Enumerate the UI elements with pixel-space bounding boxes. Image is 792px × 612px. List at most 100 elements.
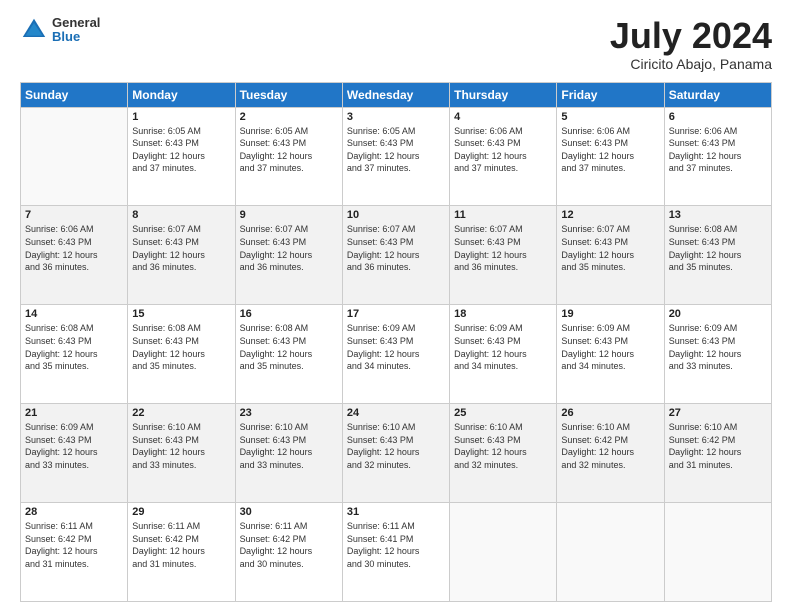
day-info: Sunrise: 6:06 AM Sunset: 6:43 PM Dayligh… (669, 125, 767, 175)
col-header-friday: Friday (557, 82, 664, 107)
day-number: 12 (561, 209, 659, 221)
day-info: Sunrise: 6:10 AM Sunset: 6:43 PM Dayligh… (240, 421, 338, 471)
calendar-cell (664, 503, 771, 602)
day-number: 22 (132, 407, 230, 419)
calendar-cell: 31Sunrise: 6:11 AM Sunset: 6:41 PM Dayli… (342, 503, 449, 602)
header: General Blue July 2024 Ciricito Abajo, P… (20, 16, 772, 72)
day-info: Sunrise: 6:09 AM Sunset: 6:43 PM Dayligh… (454, 322, 552, 372)
day-number: 25 (454, 407, 552, 419)
calendar-week-row: 7 Sunrise: 6:06 AM Sunset: 6:43 PM Daylig… (21, 206, 772, 305)
calendar-cell: 23 Sunrise: 6:10 AM Sunset: 6:43 PM Dayli… (235, 404, 342, 503)
calendar-cell: 11 Sunrise: 6:07 AM Sunset: 6:43 PM Dayli… (450, 206, 557, 305)
calendar-cell: 1 Sunrise: 6:05 AM Sunset: 6:43 PM Daylig… (128, 107, 235, 206)
calendar-cell: 3 Sunrise: 6:05 AM Sunset: 6:43 PM Daylig… (342, 107, 449, 206)
day-info: Sunrise: 6:07 AM Sunset: 6:43 PM Dayligh… (240, 223, 338, 273)
day-info: Sunrise: 6:05 AM Sunset: 6:43 PM Dayligh… (132, 125, 230, 175)
calendar-cell: 8 Sunrise: 6:07 AM Sunset: 6:43 PM Daylig… (128, 206, 235, 305)
day-number: 4 (454, 111, 552, 123)
calendar-cell: 18 Sunrise: 6:09 AM Sunset: 6:43 PM Dayli… (450, 305, 557, 404)
day-number: 18 (454, 308, 552, 320)
day-number: 10 (347, 209, 445, 221)
calendar-cell: 5Sunrise: 6:06 AM Sunset: 6:43 PM Daylig… (557, 107, 664, 206)
day-info: Sunrise: 6:06 AM Sunset: 6:43 PM Dayligh… (561, 125, 659, 175)
calendar-cell: 13 Sunrise: 6:08 AM Sunset: 6:43 PM Dayli… (664, 206, 771, 305)
day-number: 14 (25, 308, 123, 320)
calendar-cell (450, 503, 557, 602)
day-number: 7 (25, 209, 123, 221)
day-number: 2 (240, 111, 338, 123)
day-info: Sunrise: 6:08 AM Sunset: 6:43 PM Dayligh… (132, 322, 230, 372)
logo-general-text: General (52, 16, 100, 30)
col-header-monday: Monday (128, 82, 235, 107)
calendar-cell: 6Sunrise: 6:06 AM Sunset: 6:43 PM Daylig… (664, 107, 771, 206)
calendar-header-row: SundayMondayTuesdayWednesdayThursdayFrid… (21, 82, 772, 107)
day-info: Sunrise: 6:10 AM Sunset: 6:42 PM Dayligh… (669, 421, 767, 471)
day-number: 27 (669, 407, 767, 419)
calendar-week-row: 21 Sunrise: 6:09 AM Sunset: 6:43 PM Dayli… (21, 404, 772, 503)
day-info: Sunrise: 6:09 AM Sunset: 6:43 PM Dayligh… (347, 322, 445, 372)
logo-icon (20, 16, 48, 44)
calendar-cell: 17 Sunrise: 6:09 AM Sunset: 6:43 PM Dayli… (342, 305, 449, 404)
day-number: 11 (454, 209, 552, 221)
calendar-week-row: 14 Sunrise: 6:08 AM Sunset: 6:43 PM Dayli… (21, 305, 772, 404)
day-info: Sunrise: 6:07 AM Sunset: 6:43 PM Dayligh… (454, 223, 552, 273)
day-number: 1 (132, 111, 230, 123)
day-info: Sunrise: 6:11 AM Sunset: 6:41 PM Dayligh… (347, 520, 445, 570)
logo-blue-text: Blue (52, 30, 100, 44)
day-number: 28 (25, 506, 123, 518)
calendar-cell: 21 Sunrise: 6:09 AM Sunset: 6:43 PM Dayli… (21, 404, 128, 503)
day-info: Sunrise: 6:11 AM Sunset: 6:42 PM Dayligh… (132, 520, 230, 570)
calendar-cell: 30 Sunrise: 6:11 AM Sunset: 6:42 PM Dayli… (235, 503, 342, 602)
day-info: Sunrise: 6:06 AM Sunset: 6:43 PM Dayligh… (25, 223, 123, 273)
calendar-cell: 15 Sunrise: 6:08 AM Sunset: 6:43 PM Dayli… (128, 305, 235, 404)
calendar-cell: 16 Sunrise: 6:08 AM Sunset: 6:43 PM Dayli… (235, 305, 342, 404)
day-number: 3 (347, 111, 445, 123)
day-info: Sunrise: 6:10 AM Sunset: 6:43 PM Dayligh… (347, 421, 445, 471)
day-info: Sunrise: 6:08 AM Sunset: 6:43 PM Dayligh… (669, 223, 767, 273)
logo: General Blue (20, 16, 100, 45)
day-info: Sunrise: 6:07 AM Sunset: 6:43 PM Dayligh… (132, 223, 230, 273)
calendar-cell: 27 Sunrise: 6:10 AM Sunset: 6:42 PM Dayli… (664, 404, 771, 503)
col-header-sunday: Sunday (21, 82, 128, 107)
month-title: July 2024 (610, 16, 772, 56)
day-number: 8 (132, 209, 230, 221)
day-number: 21 (25, 407, 123, 419)
day-number: 19 (561, 308, 659, 320)
day-info: Sunrise: 6:07 AM Sunset: 6:43 PM Dayligh… (347, 223, 445, 273)
day-info: Sunrise: 6:09 AM Sunset: 6:43 PM Dayligh… (561, 322, 659, 372)
day-info: Sunrise: 6:10 AM Sunset: 6:42 PM Dayligh… (561, 421, 659, 471)
col-header-tuesday: Tuesday (235, 82, 342, 107)
page: General Blue July 2024 Ciricito Abajo, P… (0, 0, 792, 612)
day-info: Sunrise: 6:11 AM Sunset: 6:42 PM Dayligh… (240, 520, 338, 570)
day-info: Sunrise: 6:10 AM Sunset: 6:43 PM Dayligh… (132, 421, 230, 471)
col-header-saturday: Saturday (664, 82, 771, 107)
day-number: 15 (132, 308, 230, 320)
day-info: Sunrise: 6:10 AM Sunset: 6:43 PM Dayligh… (454, 421, 552, 471)
calendar-cell: 7 Sunrise: 6:06 AM Sunset: 6:43 PM Daylig… (21, 206, 128, 305)
calendar-cell (557, 503, 664, 602)
day-number: 26 (561, 407, 659, 419)
day-number: 17 (347, 308, 445, 320)
day-number: 16 (240, 308, 338, 320)
day-info: Sunrise: 6:05 AM Sunset: 6:43 PM Dayligh… (347, 125, 445, 175)
day-number: 9 (240, 209, 338, 221)
calendar-table: SundayMondayTuesdayWednesdayThursdayFrid… (20, 82, 772, 602)
day-number: 30 (240, 506, 338, 518)
day-info: Sunrise: 6:08 AM Sunset: 6:43 PM Dayligh… (240, 322, 338, 372)
day-number: 23 (240, 407, 338, 419)
day-info: Sunrise: 6:09 AM Sunset: 6:43 PM Dayligh… (25, 421, 123, 471)
calendar-cell: 2 Sunrise: 6:05 AM Sunset: 6:43 PM Daylig… (235, 107, 342, 206)
calendar-cell: 22 Sunrise: 6:10 AM Sunset: 6:43 PM Dayli… (128, 404, 235, 503)
calendar-cell: 29Sunrise: 6:11 AM Sunset: 6:42 PM Dayli… (128, 503, 235, 602)
day-info: Sunrise: 6:05 AM Sunset: 6:43 PM Dayligh… (240, 125, 338, 175)
calendar-cell: 4Sunrise: 6:06 AM Sunset: 6:43 PM Daylig… (450, 107, 557, 206)
day-number: 24 (347, 407, 445, 419)
col-header-wednesday: Wednesday (342, 82, 449, 107)
calendar-cell: 24 Sunrise: 6:10 AM Sunset: 6:43 PM Dayli… (342, 404, 449, 503)
calendar-cell: 12Sunrise: 6:07 AM Sunset: 6:43 PM Dayli… (557, 206, 664, 305)
day-number: 13 (669, 209, 767, 221)
calendar-cell: 28Sunrise: 6:11 AM Sunset: 6:42 PM Dayli… (21, 503, 128, 602)
calendar-cell: 26 Sunrise: 6:10 AM Sunset: 6:42 PM Dayli… (557, 404, 664, 503)
col-header-thursday: Thursday (450, 82, 557, 107)
location-subtitle: Ciricito Abajo, Panama (610, 56, 772, 72)
